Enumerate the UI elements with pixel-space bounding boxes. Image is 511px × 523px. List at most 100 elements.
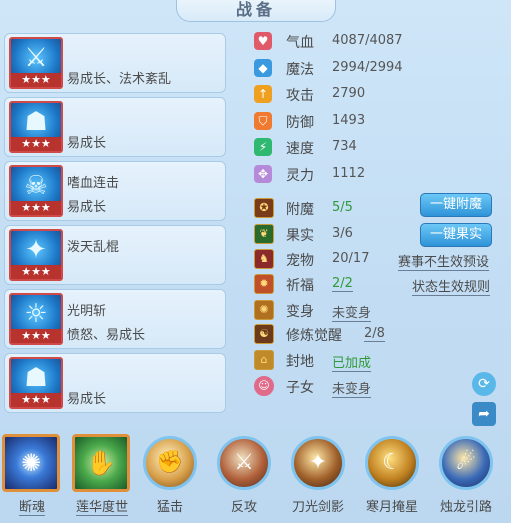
star-rating: ★★★	[11, 265, 61, 279]
stat-label: 速度	[286, 141, 314, 157]
share-icon[interactable]: ➦	[472, 402, 496, 426]
event-preset-link[interactable]: 赛事不生效预设	[398, 251, 490, 271]
row-label: 子女	[286, 380, 314, 396]
enchant-icon: ✪	[254, 198, 274, 218]
pet-portrait: ⚔ ★★★	[9, 37, 63, 89]
defense-icon: ⛉	[254, 112, 272, 130]
pet-card-6[interactable]: ☗ ★★★ 易成长	[4, 353, 226, 413]
row-label: 变身	[286, 304, 314, 320]
stat-hp: ♥ 气血 4087/4087	[252, 29, 432, 53]
fist-icon: ✊	[143, 436, 197, 490]
window-title-banner: 战备	[176, 0, 336, 22]
row-label: 附魔	[286, 202, 314, 218]
window-title: 战备	[235, 0, 276, 19]
stat-label: 魔法	[286, 62, 314, 78]
star-rating: ★★★	[11, 201, 61, 215]
star-rating: ★★★	[11, 393, 61, 407]
row-label: 祈福	[286, 278, 314, 294]
fruit-icon: ❦	[254, 224, 274, 244]
dragon-icon: ☄	[439, 436, 493, 490]
row-fief: ⌂ 封地 已加成	[252, 348, 502, 372]
skill-zhulong[interactable]: ☄ 烛龙引路	[434, 434, 498, 520]
pet-card-5[interactable]: ☼ ★★★ 光明斩 愤怒、易成长	[4, 289, 226, 349]
beast-icon: ✦	[25, 235, 47, 265]
pet-card-traits: 易成长	[67, 392, 107, 407]
pet-card-skill: 嗜血连击	[67, 176, 120, 191]
sword-icon: ⚔	[24, 43, 48, 73]
stat-value: 1112	[332, 166, 366, 181]
pet-icon: ♞	[254, 249, 274, 269]
pet-card-4[interactable]: ✦ ★★★ 泼天乱棍	[4, 225, 226, 285]
attack-icon: ↑	[254, 85, 272, 103]
stat-mp: ◆ 魔法 2994/2994	[252, 56, 432, 80]
pet-portrait: ☼ ★★★	[9, 293, 63, 345]
stat-label: 防御	[286, 115, 314, 131]
skill-name: 莲华度世	[75, 500, 128, 516]
one-click-fruit-button[interactable]: 一键果实	[420, 223, 492, 247]
sun-icon: ☼	[24, 299, 48, 329]
skill-daoguang[interactable]: ✦ 刀光剑影	[286, 434, 350, 520]
stat-label: 气血	[286, 35, 314, 51]
stat-value: 4087/4087	[332, 33, 403, 48]
skill-lianhua[interactable]: ✋ 莲华度世	[70, 434, 134, 520]
pet-portrait: ☠ ★★★	[9, 165, 63, 217]
stat-speed: ⚡ 速度 734	[252, 135, 432, 159]
row-label: 封地	[286, 354, 314, 370]
row-label: 宠物	[286, 253, 314, 269]
star-rating: ★★★	[11, 329, 61, 343]
status-rules-link[interactable]: 状态生效规则	[412, 276, 491, 296]
row-value[interactable]: 未变身	[332, 302, 372, 322]
row-value: 5/5	[332, 200, 353, 215]
row-label: 果实	[286, 228, 314, 244]
moon-icon: ☾	[365, 436, 419, 490]
skull-icon: ☠	[24, 171, 48, 201]
stat-value: 734	[332, 139, 357, 154]
star-rating: ★★★	[11, 137, 61, 151]
stat-value: 2790	[332, 86, 366, 101]
heart-icon: ♥	[254, 32, 272, 50]
row-label: 修炼觉醒	[286, 328, 342, 344]
armor-icon: ☗	[24, 363, 48, 393]
row-value[interactable]: 2/2	[332, 276, 353, 292]
row-value[interactable]: 已加成	[332, 352, 372, 372]
pet-card-2[interactable]: ☗ ★★★ 易成长	[4, 97, 226, 157]
armor-icon: ☗	[24, 107, 48, 137]
cultivation-icon: ☯	[254, 324, 274, 344]
pet-card-1[interactable]: ⚔ ★★★ 易成长、法术紊乱	[4, 33, 226, 93]
row-value[interactable]: 未变身	[332, 378, 372, 398]
speed-icon: ⚡	[254, 138, 272, 156]
skill-mengji[interactable]: ✊ 猛击	[138, 434, 202, 520]
stat-value: 2994/2994	[332, 60, 403, 75]
hand-icon: ✋	[72, 434, 130, 492]
pet-card-3[interactable]: ☠ ★★★ 嗜血连击 易成长	[4, 161, 226, 221]
transform-icon: ✺	[254, 300, 274, 320]
stat-spirit: ✥ 灵力 1112	[252, 162, 432, 186]
fief-icon: ⌂	[254, 350, 274, 370]
skill-hanyue[interactable]: ☾ 寒月掩星	[360, 434, 424, 520]
row-value[interactable]: 2/8	[364, 326, 385, 342]
skill-name: 烛龙引路	[439, 500, 492, 515]
skill-fangong[interactable]: ⚔ 反攻	[212, 434, 276, 520]
star-rating: ★★★	[11, 73, 61, 87]
pet-card-traits: 易成长	[67, 200, 107, 215]
row-value: 3/6	[332, 226, 353, 241]
stat-label: 灵力	[286, 168, 314, 184]
skill-name: 寒月掩星	[365, 500, 418, 515]
stat-defense: ⛉ 防御 1493	[252, 109, 432, 133]
refresh-icon[interactable]: ⟳	[472, 372, 496, 396]
stat-attack: ↑ 攻击 2790	[252, 82, 432, 106]
pet-portrait: ☗ ★★★	[9, 357, 63, 409]
child-icon: ☺	[254, 376, 274, 396]
pet-card-skill: 光明斩	[67, 304, 107, 319]
skill-duanhun[interactable]: ✺ 断魂	[0, 434, 64, 520]
row-value: 20/17	[332, 251, 370, 266]
counter-icon: ⚔	[217, 436, 271, 490]
row-children: ☺ 子女 未变身	[252, 374, 502, 398]
skill-name: 断魂	[18, 500, 45, 516]
pet-portrait: ☗ ★★★	[9, 101, 63, 153]
skill-name: 猛击	[156, 500, 183, 515]
one-click-enchant-button[interactable]: 一键附魔	[420, 193, 492, 217]
stat-value: 1493	[332, 113, 366, 128]
soul-icon: ✺	[2, 434, 60, 492]
mana-icon: ◆	[254, 59, 272, 77]
